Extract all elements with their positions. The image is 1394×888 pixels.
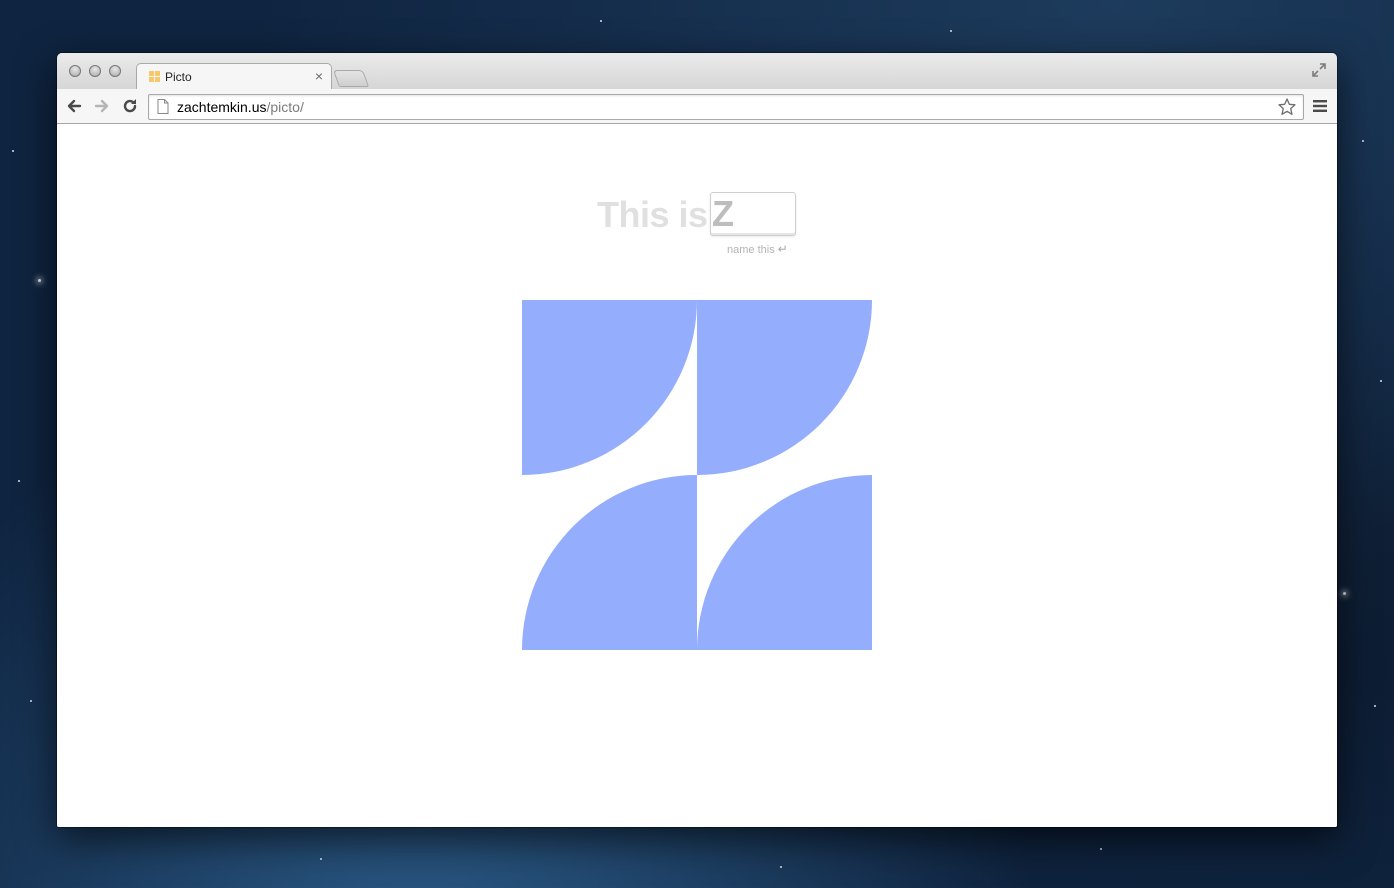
- minimize-window-button[interactable]: [89, 65, 101, 77]
- forward-arrow-icon[interactable]: [92, 96, 112, 116]
- picto-shape-bottom-left: [522, 475, 697, 650]
- star: [950, 30, 952, 32]
- star: [1374, 705, 1376, 707]
- zoom-window-button[interactable]: [109, 65, 121, 77]
- page-content: This is name this↵: [57, 124, 1337, 827]
- favicon-icon: [149, 71, 160, 82]
- browser-window: Picto × zachtemkin.us/picto/ This is Z n…: [57, 53, 1337, 827]
- return-arrow-icon: ↵: [777, 242, 788, 256]
- title-bar: Picto ×: [57, 53, 1337, 90]
- name-hint: name this ↵: [727, 242, 788, 256]
- address-bar[interactable]: zachtemkin.us/picto/: [148, 94, 1304, 120]
- fullscreen-icon[interactable]: [1311, 62, 1327, 78]
- name-input[interactable]: [710, 192, 796, 236]
- url-path: /picto/: [266, 99, 304, 115]
- picto-shape-top-right: [697, 300, 872, 475]
- star: [780, 866, 782, 868]
- tab-picto[interactable]: Picto ×: [136, 63, 332, 90]
- close-window-button[interactable]: [69, 65, 81, 77]
- hint-text: name this: [727, 244, 775, 256]
- new-tab-button[interactable]: [332, 70, 370, 87]
- star: [1380, 380, 1382, 382]
- page-icon: [157, 99, 169, 114]
- back-arrow-icon[interactable]: [64, 96, 84, 116]
- star: [320, 858, 322, 860]
- toolbar: zachtemkin.us/picto/: [57, 89, 1337, 124]
- star: [30, 700, 32, 702]
- star: [1362, 140, 1364, 142]
- star: [38, 279, 41, 282]
- star: [600, 20, 602, 22]
- url-domain: zachtemkin.us: [177, 99, 267, 115]
- star: [1100, 848, 1102, 850]
- url-text: zachtemkin.us/picto/: [177, 99, 304, 115]
- reload-icon[interactable]: [120, 96, 140, 116]
- picto-graphic: [522, 300, 872, 650]
- tab-close-icon[interactable]: ×: [315, 68, 323, 84]
- star: [12, 150, 14, 152]
- tab-title: Picto: [165, 70, 192, 84]
- menu-icon[interactable]: [1312, 98, 1328, 114]
- page-heading: This is: [597, 194, 708, 235]
- picto-shape-top-left: [522, 300, 697, 475]
- picto-shape-bottom-right: [697, 475, 872, 650]
- star: [18, 480, 20, 482]
- star: [1343, 592, 1346, 595]
- bookmark-star-icon[interactable]: [1277, 97, 1297, 117]
